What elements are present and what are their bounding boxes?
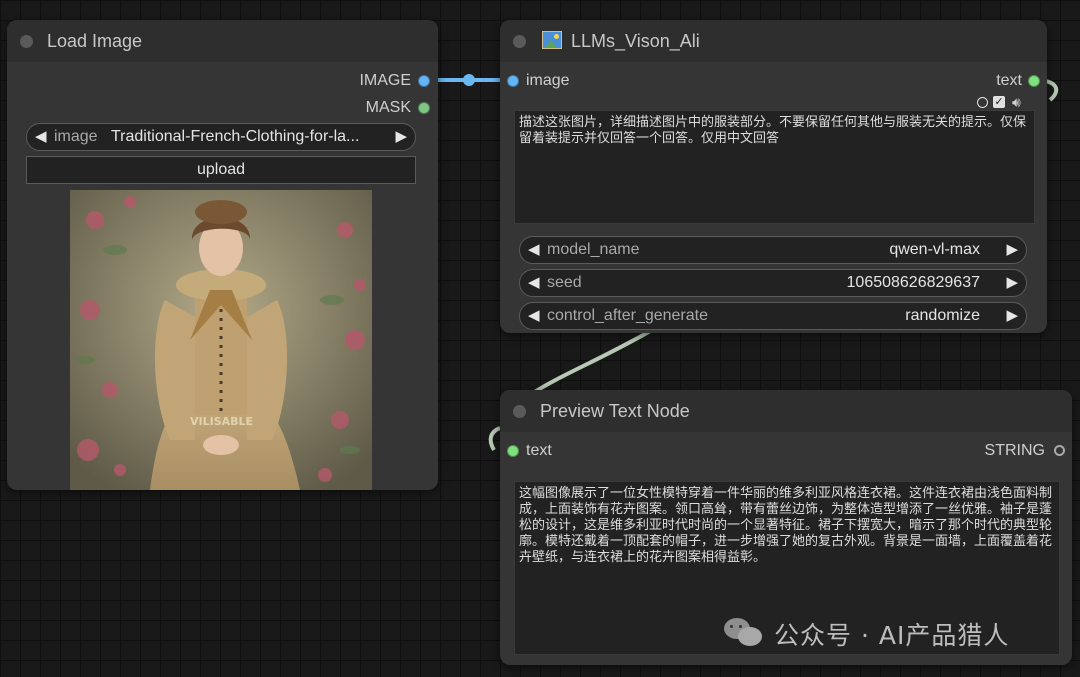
node-title: LLMs_Vison_Ali xyxy=(571,31,700,51)
watermark-text: 公众号 · AI产品猎人 xyxy=(774,621,1010,650)
input-slot-image[interactable] xyxy=(507,75,519,87)
widget-value: randomize xyxy=(905,307,980,324)
input-slot-text[interactable] xyxy=(507,445,519,457)
collapse-dot-icon[interactable] xyxy=(513,35,526,48)
image-preview: VILISABLE xyxy=(70,190,372,490)
image-combo-widget[interactable]: ◀ image Traditional-French-Clothing-for-… xyxy=(26,123,416,151)
node-title: Preview Text Node xyxy=(540,401,690,421)
decrement-arrow-icon[interactable]: ◀ xyxy=(528,303,540,329)
load-image-node[interactable]: Load Image IMAGE MASK ◀ image Traditiona… xyxy=(7,20,438,490)
picture-emoji-icon xyxy=(542,31,562,49)
text-link-wire[interactable] xyxy=(528,328,653,397)
output-label-mask: MASK xyxy=(365,99,411,116)
seed-widget[interactable]: ◀ seed 106508626829637 ▶ xyxy=(519,269,1027,297)
llm-vision-node[interactable]: LLMs_Vison_Ali image text ✓ 🔊︎ 描述这张图片，详细… xyxy=(500,20,1047,333)
widget-name: model_name xyxy=(547,241,640,258)
widget-value: qwen-vl-max xyxy=(889,241,980,258)
node-title: Load Image xyxy=(47,31,143,51)
input-label-text: text xyxy=(526,442,552,459)
output-slot-mask[interactable] xyxy=(418,102,430,114)
increment-arrow-icon[interactable]: ▶ xyxy=(1006,303,1018,329)
node-title-bar[interactable]: LLMs_Vison_Ali xyxy=(500,20,1047,62)
decrement-arrow-icon[interactable]: ◀ xyxy=(528,237,540,263)
upload-button[interactable]: upload xyxy=(26,156,416,184)
increment-arrow-icon[interactable]: ▶ xyxy=(395,124,407,150)
widget-name: control_after_generate xyxy=(547,307,708,324)
model-name-widget[interactable]: ◀ model_name qwen-vl-max ▶ xyxy=(519,236,1027,264)
speaker-icon[interactable]: 🔊︎ xyxy=(1012,94,1021,111)
output-slot-string[interactable] xyxy=(1054,445,1065,456)
prompt-textarea[interactable]: 描述这张图片，详细描述图片中的服装部分。不要保留任何其他与服装无关的提示。仅保留… xyxy=(514,110,1035,224)
text-link-wire-entry[interactable] xyxy=(488,426,501,452)
node-title-bar[interactable]: Load Image xyxy=(7,20,438,62)
radio-circle-icon[interactable] xyxy=(977,97,988,108)
image-link-midpoint[interactable] xyxy=(463,74,475,86)
image-preview-art: VILISABLE xyxy=(70,190,372,490)
preview-text-node[interactable]: Preview Text Node text STRING 这幅图像展示了一位女… xyxy=(500,390,1072,665)
output-label-string: STRING xyxy=(984,442,1045,459)
decrement-arrow-icon[interactable]: ◀ xyxy=(35,124,47,150)
increment-arrow-icon[interactable]: ▶ xyxy=(1006,237,1018,263)
widget-name: image xyxy=(54,128,98,145)
collapse-dot-icon[interactable] xyxy=(513,405,526,418)
preview-watermark: VILISABLE xyxy=(190,415,253,428)
widget-value: Traditional-French-Clothing-for-la... xyxy=(111,128,360,145)
widget-value: 106508626829637 xyxy=(846,274,980,291)
output-label-image: IMAGE xyxy=(359,72,411,89)
checkbox-checked-icon[interactable]: ✓ xyxy=(993,96,1005,108)
node-title-bar[interactable]: Preview Text Node xyxy=(500,390,1072,432)
widget-name: seed xyxy=(547,274,582,291)
output-slot-text[interactable] xyxy=(1028,75,1040,87)
input-label-image: image xyxy=(526,72,570,89)
control-after-generate-widget[interactable]: ◀ control_after_generate randomize ▶ xyxy=(519,302,1027,330)
output-label-text: text xyxy=(996,72,1022,89)
wechat-icon xyxy=(724,618,764,648)
output-slot-image[interactable] xyxy=(418,75,430,87)
collapse-dot-icon[interactable] xyxy=(20,35,33,48)
decrement-arrow-icon[interactable]: ◀ xyxy=(528,270,540,296)
increment-arrow-icon[interactable]: ▶ xyxy=(1006,270,1018,296)
